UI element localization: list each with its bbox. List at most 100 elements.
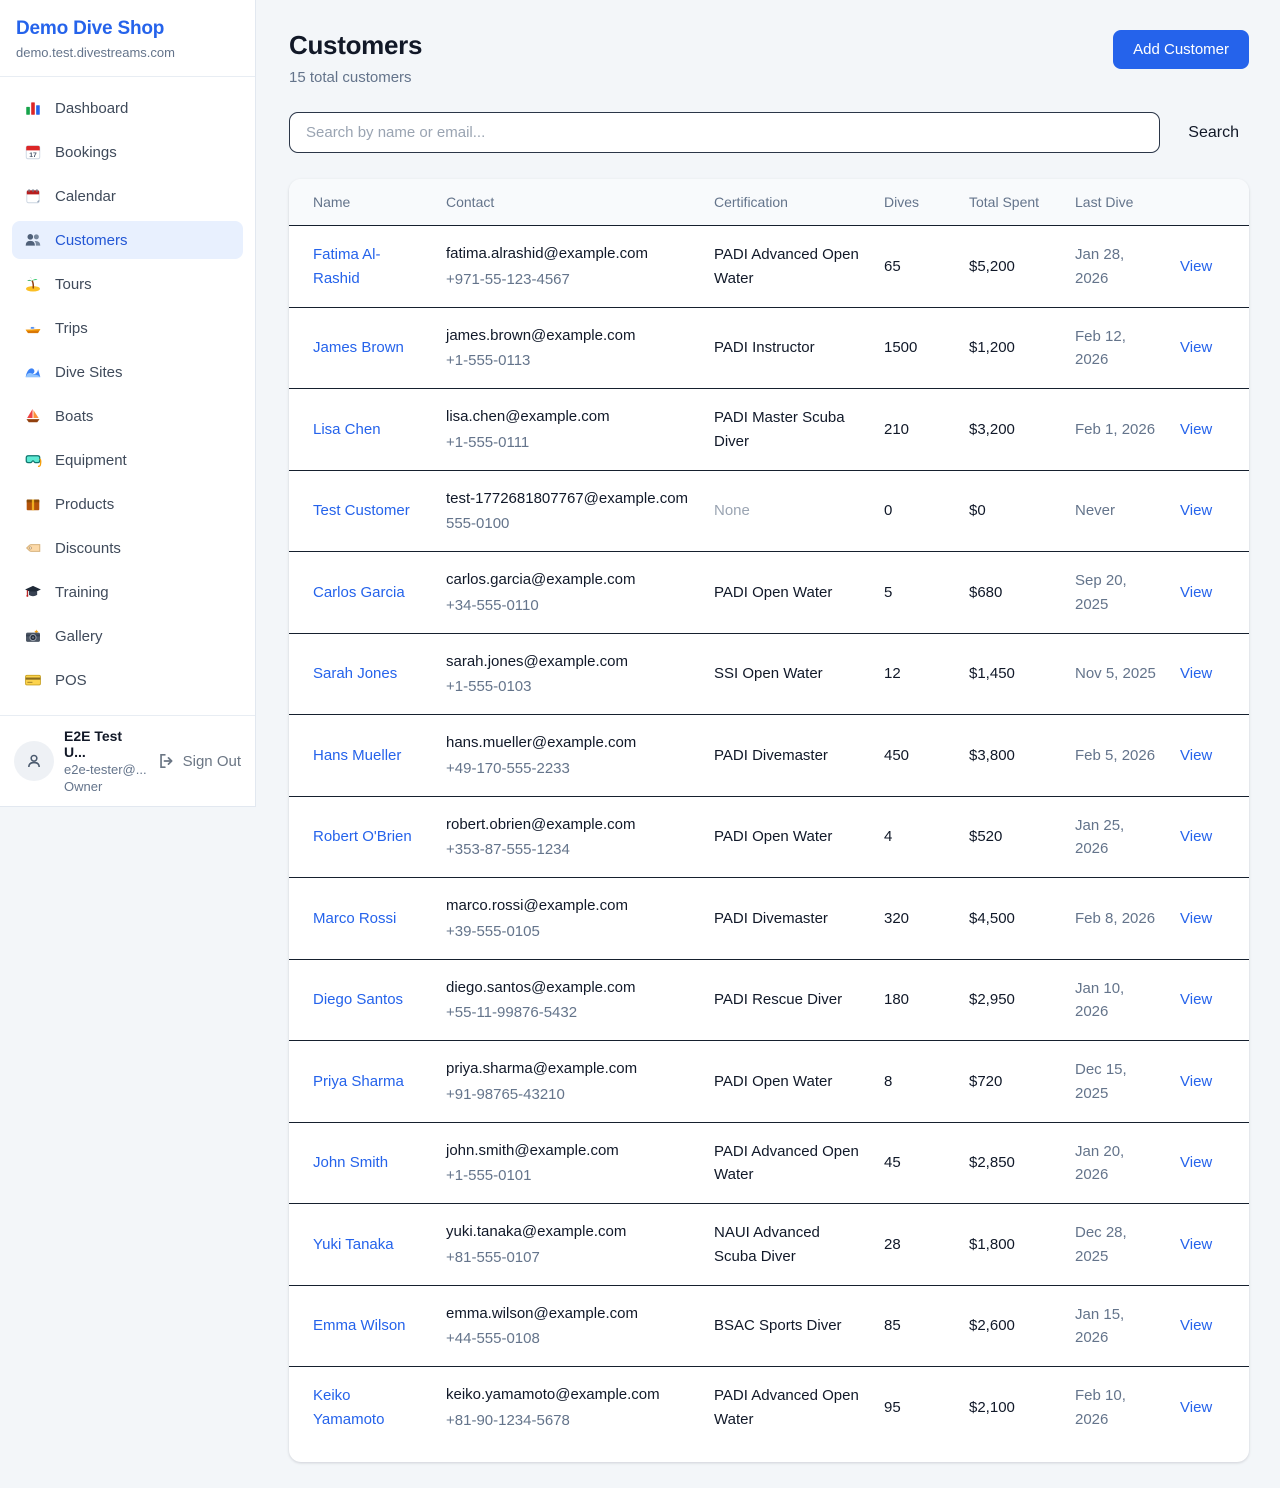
diving-mask-icon bbox=[24, 451, 42, 469]
spiral-calendar-icon bbox=[24, 187, 42, 205]
customer-name-link[interactable]: Marco Rossi bbox=[313, 910, 396, 927]
customer-name-link[interactable]: Emma Wilson bbox=[313, 1317, 406, 1334]
sidebar-item-dive-sites[interactable]: Dive Sites bbox=[12, 353, 243, 391]
sidebar-item-tours[interactable]: Tours bbox=[12, 265, 243, 303]
view-link[interactable]: View bbox=[1180, 339, 1212, 356]
table-row: Hans Mueller hans.mueller@example.com +4… bbox=[289, 715, 1249, 797]
customer-total-spent: $1,800 bbox=[969, 1236, 1015, 1253]
customer-phone: +44-555-0108 bbox=[446, 1327, 690, 1350]
view-link[interactable]: View bbox=[1180, 421, 1212, 438]
sidebar-item-gallery[interactable]: Gallery bbox=[12, 617, 243, 655]
sidebar-item-training[interactable]: Training bbox=[12, 573, 243, 611]
sidebar-item-pos[interactable]: POS bbox=[12, 661, 243, 699]
customer-total-spent: $1,200 bbox=[969, 339, 1015, 356]
view-link[interactable]: View bbox=[1180, 1317, 1212, 1334]
customer-last-dive: Dec 28, 2025 bbox=[1075, 1224, 1127, 1264]
customers-table: Name Contact Certification Dives Total S… bbox=[289, 179, 1249, 1448]
customer-dives: 4 bbox=[884, 828, 892, 845]
customer-phone: +1-555-0103 bbox=[446, 675, 690, 698]
add-customer-button[interactable]: Add Customer bbox=[1113, 30, 1249, 69]
svg-text:17: 17 bbox=[29, 152, 37, 159]
customer-dives: 95 bbox=[884, 1399, 901, 1416]
customer-name-link[interactable]: John Smith bbox=[313, 1154, 388, 1171]
customer-certification: None bbox=[714, 502, 750, 519]
view-link[interactable]: View bbox=[1180, 258, 1212, 275]
table-header-row: Name Contact Certification Dives Total S… bbox=[289, 179, 1249, 226]
shop-domain: demo.test.divestreams.com bbox=[16, 45, 239, 60]
speedboat-icon bbox=[24, 319, 42, 337]
customer-last-dive: Sep 20, 2025 bbox=[1075, 572, 1127, 612]
wave-icon bbox=[24, 363, 42, 381]
view-link[interactable]: View bbox=[1180, 1399, 1212, 1416]
view-link[interactable]: View bbox=[1180, 502, 1212, 519]
customer-certification: PADI Divemaster bbox=[714, 910, 828, 927]
view-link[interactable]: View bbox=[1180, 991, 1212, 1008]
graduation-cap-icon bbox=[24, 583, 42, 601]
page-header: Customers 15 total customers Add Custome… bbox=[289, 30, 1249, 86]
customer-name-link[interactable]: Robert O'Brien bbox=[313, 828, 412, 845]
user-role: Owner bbox=[64, 779, 147, 794]
column-header-certification: Certification bbox=[702, 179, 872, 226]
view-link[interactable]: View bbox=[1180, 828, 1212, 845]
sidebar-item-customers[interactable]: Customers bbox=[12, 221, 243, 259]
customer-total-spent: $2,850 bbox=[969, 1154, 1015, 1171]
sidebar-item-equipment[interactable]: Equipment bbox=[12, 441, 243, 479]
customer-total-spent: $2,600 bbox=[969, 1317, 1015, 1334]
customer-name-link[interactable]: James Brown bbox=[313, 339, 404, 356]
bar-chart-icon bbox=[24, 99, 42, 117]
customer-name-link[interactable]: Yuki Tanaka bbox=[313, 1236, 394, 1253]
customer-email: carlos.garcia@example.com bbox=[446, 568, 690, 591]
user-email: e2e-tester@... bbox=[64, 762, 147, 777]
customer-name-link[interactable]: Fatima Al-Rashid bbox=[313, 246, 381, 286]
customer-name-link[interactable]: Keiko Yamamoto bbox=[313, 1387, 384, 1427]
customer-name-link[interactable]: Priya Sharma bbox=[313, 1073, 404, 1090]
total-customers-count: 15 total customers bbox=[289, 69, 422, 86]
customer-dives: 5 bbox=[884, 584, 892, 601]
search-input[interactable] bbox=[289, 112, 1160, 153]
sidebar-item-bookings[interactable]: 17 Bookings bbox=[12, 133, 243, 171]
customer-certification: PADI Open Water bbox=[714, 828, 832, 845]
customer-name-link[interactable]: Hans Mueller bbox=[313, 747, 401, 764]
customer-email: hans.mueller@example.com bbox=[446, 731, 690, 754]
customer-total-spent: $1,450 bbox=[969, 665, 1015, 682]
view-link[interactable]: View bbox=[1180, 910, 1212, 927]
table-row: Fatima Al-Rashid fatima.alrashid@example… bbox=[289, 226, 1249, 308]
customer-email: emma.wilson@example.com bbox=[446, 1302, 690, 1325]
sidebar: Demo Dive Shop demo.test.divestreams.com… bbox=[0, 0, 256, 807]
customer-name-link[interactable]: Sarah Jones bbox=[313, 665, 397, 682]
customer-phone: +1-555-0101 bbox=[446, 1164, 690, 1187]
customer-total-spent: $5,200 bbox=[969, 258, 1015, 275]
customer-name-link[interactable]: Carlos Garcia bbox=[313, 584, 405, 601]
view-link[interactable]: View bbox=[1180, 747, 1212, 764]
sidebar-item-boats[interactable]: Boats bbox=[12, 397, 243, 435]
sidebar-item-trips[interactable]: Trips bbox=[12, 309, 243, 347]
customer-name-link[interactable]: Test Customer bbox=[313, 502, 410, 519]
customer-last-dive: Nov 5, 2025 bbox=[1075, 665, 1156, 682]
customer-email: sarah.jones@example.com bbox=[446, 650, 690, 673]
sidebar-item-dashboard[interactable]: Dashboard bbox=[12, 89, 243, 127]
tag-icon bbox=[24, 539, 42, 557]
column-header-name: Name bbox=[289, 179, 434, 226]
customer-last-dive: Never bbox=[1075, 502, 1115, 519]
sidebar-item-products[interactable]: Products bbox=[12, 485, 243, 523]
sign-out-button[interactable]: Sign Out bbox=[157, 752, 241, 770]
view-link[interactable]: View bbox=[1180, 584, 1212, 601]
view-link[interactable]: View bbox=[1180, 1236, 1212, 1253]
customer-name-link[interactable]: Diego Santos bbox=[313, 991, 403, 1008]
customer-total-spent: $720 bbox=[969, 1073, 1002, 1090]
search-button[interactable]: Search bbox=[1178, 116, 1249, 150]
view-link[interactable]: View bbox=[1180, 1073, 1212, 1090]
sidebar-item-discounts[interactable]: Discounts bbox=[12, 529, 243, 567]
sidebar-item-calendar[interactable]: Calendar bbox=[12, 177, 243, 215]
customer-phone: +353-87-555-1234 bbox=[446, 838, 690, 861]
view-link[interactable]: View bbox=[1180, 665, 1212, 682]
customer-dives: 65 bbox=[884, 258, 901, 275]
person-icon bbox=[25, 752, 43, 770]
customer-name-link[interactable]: Lisa Chen bbox=[313, 421, 381, 438]
customer-certification: PADI Divemaster bbox=[714, 747, 828, 764]
customer-certification: PADI Advanced Open Water bbox=[714, 1387, 859, 1427]
view-link[interactable]: View bbox=[1180, 1154, 1212, 1171]
customer-certification: PADI Open Water bbox=[714, 1073, 832, 1090]
customer-dives: 0 bbox=[884, 502, 892, 519]
customer-last-dive: Feb 1, 2026 bbox=[1075, 421, 1155, 438]
